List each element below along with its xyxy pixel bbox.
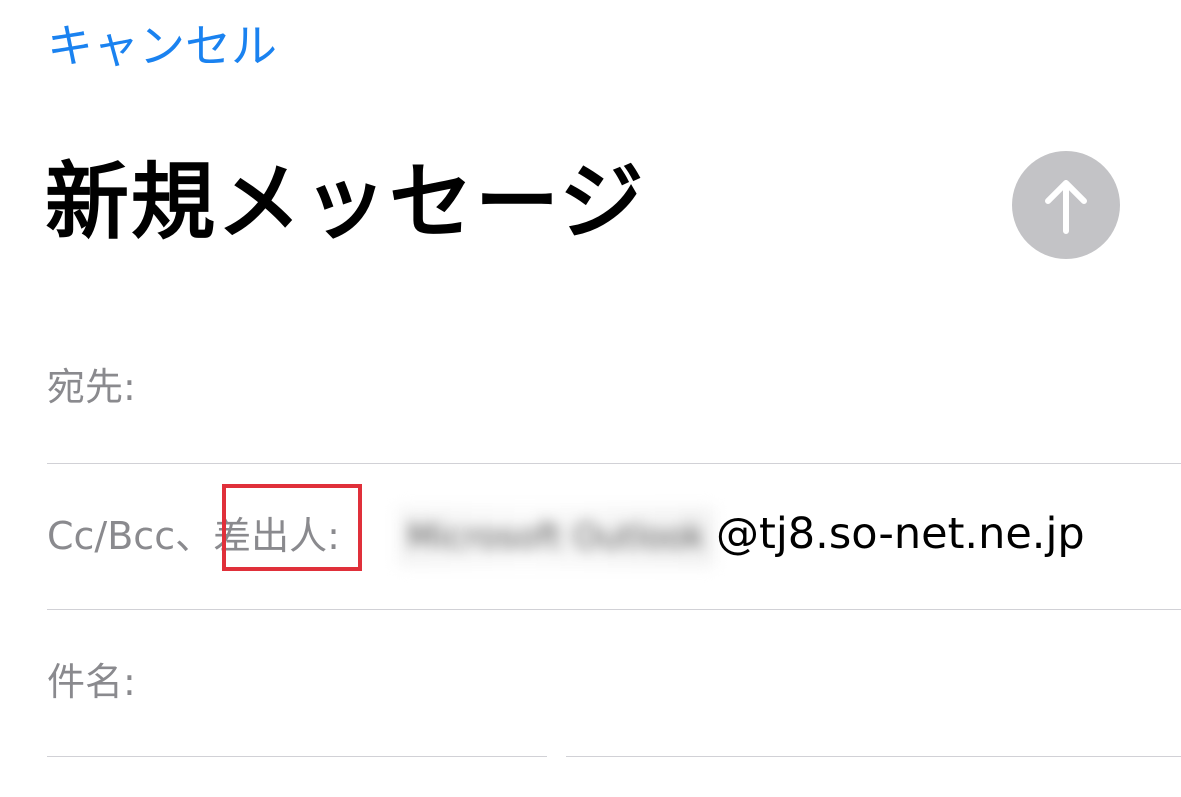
cancel-button[interactable]: キャンセル: [47, 18, 277, 74]
cc-bcc-from-field[interactable]: Cc/Bcc、 差出人:: [47, 510, 340, 562]
divider: [47, 756, 547, 757]
page-title: 新規メッセージ: [45, 153, 646, 251]
divider: [566, 756, 1181, 757]
divider: [47, 609, 1181, 610]
to-field-label[interactable]: 宛先:: [47, 363, 136, 411]
from-label: 差出人:: [213, 514, 340, 558]
send-button[interactable]: [1012, 151, 1120, 259]
subject-field-label[interactable]: 件名:: [47, 658, 136, 706]
from-email-domain[interactable]: @tj8.so-net.ne.jp: [716, 508, 1085, 560]
divider: [47, 463, 1181, 464]
cc-bcc-label: Cc/Bcc、: [47, 514, 214, 558]
arrow-up-icon: [1045, 180, 1087, 234]
from-name-blurred: Microsoft Outlook: [398, 507, 714, 567]
